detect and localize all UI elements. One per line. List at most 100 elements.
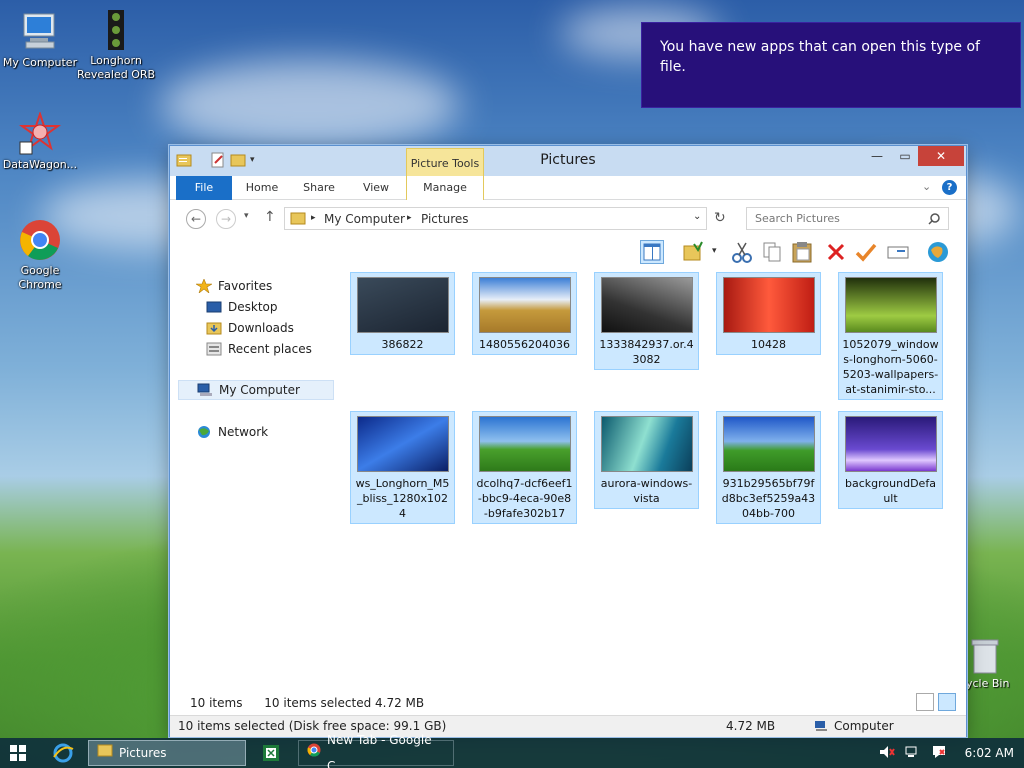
details-view-button[interactable] xyxy=(916,693,934,711)
file-name: dcolhq7-dcf6eef1-bbc9-4eca-90e8-b9fafe30… xyxy=(476,477,573,520)
preview-pane-icon[interactable] xyxy=(640,240,664,264)
tab-share[interactable]: Share xyxy=(292,176,346,200)
maximize-button[interactable]: ▭ xyxy=(890,146,920,166)
file-thumbnail xyxy=(722,416,815,472)
desktop-icon-label: Google Chrome xyxy=(18,264,62,291)
view-switcher xyxy=(916,693,956,711)
action-center-icon[interactable] xyxy=(931,745,947,762)
file-name: 10428 xyxy=(751,338,786,351)
clock[interactable]: 6:02 AM xyxy=(965,746,1014,760)
taskbar: Pictures New Tab - Google C... 6:02 AM xyxy=(0,733,1024,768)
nav-recent-places[interactable]: Recent places xyxy=(206,339,312,359)
file-item[interactable]: 931b29565bf79fd8bc3ef5259a4304bb-700 xyxy=(716,411,821,524)
paste-icon[interactable] xyxy=(790,240,814,264)
title-bar[interactable]: ▾ Picture Tools Pictures — ▭ ✕ xyxy=(170,146,966,176)
file-item[interactable]: 1480556204036 xyxy=(472,272,577,355)
chevron-down-icon[interactable]: ⌄ xyxy=(693,211,701,222)
file-thumbnail xyxy=(600,416,693,472)
help-icon[interactable]: ? xyxy=(942,180,957,195)
nav-network[interactable]: Network xyxy=(196,422,268,442)
desktop-icon-datawagon[interactable]: DataWagon... xyxy=(0,110,80,172)
desktop-icon-google-chrome[interactable]: Google Chrome xyxy=(0,218,80,292)
desktop-icon-label: My Computer xyxy=(2,56,78,69)
star-icon xyxy=(194,278,214,294)
file-item[interactable]: ws_Longhorn_M5_bliss_1280x1024 xyxy=(350,411,455,524)
search-input[interactable]: Search Pictures xyxy=(746,207,949,230)
ribbon-tabs: File Home Share View Manage ⌄ ? xyxy=(170,176,966,200)
file-item[interactable]: dcolhq7-dcf6eef1-bbc9-4eca-90e8-b9fafe30… xyxy=(472,411,577,524)
tab-manage[interactable]: Manage xyxy=(406,176,484,200)
desktop-icon-longhorn-orb[interactable]: Longhorn Revealed ORB xyxy=(76,8,156,82)
recent-places-icon xyxy=(206,342,222,356)
large-icons-view-button[interactable] xyxy=(938,693,956,711)
volume-muted-icon[interactable] xyxy=(879,745,895,762)
nav-label: Downloads xyxy=(228,321,294,335)
file-name: 1052079_windows-longhorn-5060-5203-wallp… xyxy=(842,338,939,396)
excel-icon[interactable] xyxy=(262,744,280,765)
taskbar-button-chrome[interactable]: New Tab - Google C... xyxy=(298,733,454,768)
checkmark-icon[interactable] xyxy=(854,240,878,264)
desktop-icon-recycle-bin[interactable]: ycle Bin xyxy=(966,637,1024,690)
status-location: Computer xyxy=(834,719,894,733)
close-button[interactable]: ✕ xyxy=(918,146,964,166)
taskbar-label: New Tab - Google C... xyxy=(327,733,432,768)
nav-label: Recent places xyxy=(228,342,312,356)
file-item[interactable]: backgroundDefault xyxy=(838,411,943,509)
internet-explorer-icon[interactable] xyxy=(52,742,74,767)
file-name: 1480556204036 xyxy=(479,338,570,351)
desktop-icon-my-computer[interactable]: My Computer xyxy=(0,10,80,70)
file-thumbnail xyxy=(356,416,449,472)
recent-locations-icon[interactable]: ▾ xyxy=(244,211,249,221)
file-thumbnail xyxy=(478,416,571,472)
chevron-down-icon[interactable]: ▾ xyxy=(712,246,717,256)
folder-icon xyxy=(97,740,113,766)
file-item[interactable]: aurora-windows-vista xyxy=(594,411,699,509)
nav-favorites[interactable]: Favorites xyxy=(194,276,272,296)
new-apps-notification[interactable]: You have new apps that can open this typ… xyxy=(641,22,1021,108)
forward-button[interactable]: → xyxy=(216,209,236,229)
start-button[interactable] xyxy=(10,745,26,764)
navigation-pane: Favorites Desktop Downloads Recent place… xyxy=(178,272,336,682)
nav-desktop[interactable]: Desktop xyxy=(206,297,278,317)
globe-icon[interactable] xyxy=(926,240,950,264)
back-button[interactable]: ← xyxy=(186,209,206,229)
nav-label: Network xyxy=(218,425,269,439)
file-item[interactable]: 10428 xyxy=(716,272,821,355)
file-item[interactable]: 1333842937.or.43082 xyxy=(594,272,699,370)
file-name: ws_Longhorn_M5_bliss_1280x1024 xyxy=(355,477,450,520)
file-thumbnail xyxy=(478,277,571,333)
folder-options-icon[interactable] xyxy=(682,240,706,264)
file-item[interactable]: 1052079_windows-longhorn-5060-5203-wallp… xyxy=(838,272,943,400)
rename-icon[interactable] xyxy=(886,240,910,264)
breadcrumb-pictures[interactable]: Pictures xyxy=(421,212,469,226)
tab-view[interactable]: View xyxy=(350,176,402,200)
breadcrumb-separator: ▸ xyxy=(311,213,316,223)
minimize-button[interactable]: — xyxy=(862,146,892,166)
nav-downloads[interactable]: Downloads xyxy=(206,318,294,338)
cut-icon[interactable] xyxy=(730,240,754,264)
status-size: 4.72 MB xyxy=(726,719,776,733)
file-list: 386822 1480556204036 1333842937.or.43082… xyxy=(348,272,948,682)
address-input[interactable]: ▸ My Computer ▸ Pictures ⌄ xyxy=(284,207,707,230)
expand-ribbon-icon[interactable]: ⌄ xyxy=(922,180,931,193)
taskbar-label: Pictures xyxy=(119,746,167,760)
desktop-icon-label: DataWagon... xyxy=(2,158,78,171)
copy-icon[interactable] xyxy=(760,240,784,264)
chrome-icon xyxy=(18,218,62,262)
refresh-icon[interactable]: ↻ xyxy=(714,210,726,226)
recycle-bin-icon xyxy=(970,637,1000,677)
notification-message: You have new apps that can open this typ… xyxy=(660,39,980,75)
taskbar-button-pictures[interactable]: Pictures xyxy=(88,740,246,766)
desktop-icon xyxy=(206,300,222,314)
breadcrumb-my-computer[interactable]: My Computer xyxy=(324,212,405,226)
selected-count: 10 items selected 4.72 MB xyxy=(264,696,425,710)
tab-file[interactable]: File xyxy=(176,176,232,200)
computer-icon xyxy=(197,383,213,397)
up-arrow-icon[interactable]: ↑ xyxy=(264,209,276,225)
delete-icon[interactable] xyxy=(824,240,848,264)
tab-home[interactable]: Home xyxy=(236,176,288,200)
network-status-icon[interactable] xyxy=(905,745,921,762)
file-item[interactable]: 386822 xyxy=(350,272,455,355)
explorer-window: ▾ Picture Tools Pictures — ▭ ✕ File Home… xyxy=(169,145,967,737)
nav-my-computer[interactable]: My Computer xyxy=(178,380,334,400)
